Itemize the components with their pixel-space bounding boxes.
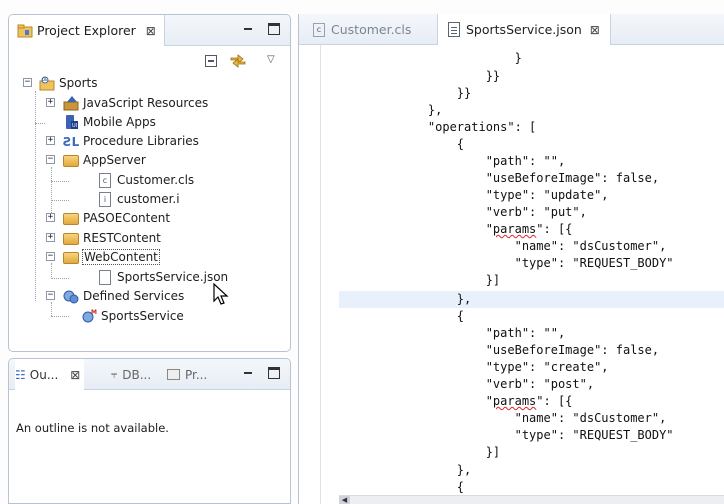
tree-toggle-js-resources[interactable]: + xyxy=(46,98,55,107)
folder-icon xyxy=(63,213,79,225)
code-line: "type": "REQUEST_BODY" xyxy=(399,428,674,442)
tree-toggle-restcontent[interactable]: + xyxy=(46,233,55,242)
svg-text:OE: OE xyxy=(42,77,48,82)
maximize-button[interactable] xyxy=(268,367,280,379)
tree-item-defined-services[interactable]: Defined Services xyxy=(63,287,184,305)
json-file-icon xyxy=(99,269,111,285)
tree-item-javascript-resources[interactable]: JavaScript Resources xyxy=(63,94,208,112)
tree-toggle-defined-services[interactable]: − xyxy=(46,291,55,300)
tab-db[interactable]: ⫧ DB... xyxy=(111,359,151,390)
code-line: }, xyxy=(399,463,472,477)
svg-text:UI: UI xyxy=(72,123,77,129)
code-line: "type": "update", xyxy=(399,188,609,202)
code-line: }} xyxy=(399,86,472,100)
code-line: }] xyxy=(399,445,501,459)
editor-area: c Customer.cls SportsService.json ⊠ } }}… xyxy=(298,14,724,504)
code-line: "params": [{ xyxy=(399,222,573,236)
tree-item-sportsservice[interactable]: M SportsService xyxy=(81,307,184,325)
properties-icon xyxy=(167,369,180,380)
service-icon: M xyxy=(82,309,97,323)
code-line: }] xyxy=(399,273,501,287)
code-line: }} xyxy=(399,69,501,83)
project-explorer-panel: Project Explorer ⊠ ▽ − OE Sports + JavaS… xyxy=(8,14,291,352)
code-line: "name": "dsCustomer", xyxy=(399,411,667,425)
collapse-all-icon[interactable] xyxy=(205,55,217,67)
db-structure-icon: ⫧ xyxy=(111,367,118,381)
tab-project-explorer[interactable]: Project Explorer ⊠ xyxy=(9,15,165,46)
project-explorer-title: Project Explorer xyxy=(37,23,136,38)
tree-item-sportsservice-json[interactable]: SportsService.json xyxy=(99,268,228,286)
tree-toggle-sports[interactable]: − xyxy=(23,78,32,87)
svg-text:M: M xyxy=(91,309,97,316)
code-line: }, xyxy=(399,292,472,306)
project-icon: OE xyxy=(39,76,55,91)
tree-item-pasoecontent[interactable]: PASOEContent xyxy=(63,209,170,227)
code-line: "verb": "post", xyxy=(399,377,595,391)
tree-item-appserver[interactable]: AppServer xyxy=(63,151,146,169)
outline-panel: ☷ Ou... ⊠ ⫧ DB... Pr... An outline is no… xyxy=(8,358,291,504)
tree-item-sports[interactable]: OE Sports xyxy=(39,74,97,92)
code-line: "verb": "put", xyxy=(399,205,587,219)
mobile-apps-icon: UI xyxy=(66,115,78,129)
include-file-icon: i xyxy=(99,191,111,207)
tree-item-procedure-libraries[interactable]: ƧL Procedure Libraries xyxy=(63,132,199,150)
code-line: { xyxy=(399,137,465,151)
code-line: "operations": [ xyxy=(399,120,537,134)
defined-services-icon xyxy=(63,290,79,304)
code-line: { xyxy=(399,309,465,323)
folder-icon xyxy=(63,252,79,264)
maximize-button[interactable] xyxy=(268,23,280,35)
svg-text:ƧL: ƧL xyxy=(63,135,79,149)
project-explorer-tabbar: Project Explorer ⊠ xyxy=(9,15,290,46)
project-explorer-toolbar: ▽ xyxy=(205,53,285,71)
code-line: "name": "dsCustomer", xyxy=(399,239,667,253)
code-line: "useBeforeImage": false, xyxy=(399,343,660,357)
tree-item-restcontent[interactable]: RESTContent xyxy=(63,229,161,247)
code-text[interactable]: } }} }} }, "operations": [ { "path": "",… xyxy=(299,14,724,504)
minimize-button[interactable] xyxy=(242,23,254,35)
scroll-left-icon[interactable]: ◀ xyxy=(339,496,350,504)
tree-toggle-appserver[interactable]: − xyxy=(46,155,55,164)
minimize-button[interactable] xyxy=(242,367,254,379)
tree-item-mobile-apps[interactable]: UI Mobile Apps xyxy=(63,113,156,131)
outline-message: An outline is not available. xyxy=(16,421,169,435)
cls-file-icon: c xyxy=(99,172,111,188)
tree-toggle-pasoecontent[interactable]: + xyxy=(46,213,55,222)
code-line: }, xyxy=(399,103,443,117)
view-menu-icon[interactable]: ▽ xyxy=(267,54,275,65)
project-explorer-icon xyxy=(17,24,33,37)
mouse-pointer-icon xyxy=(213,283,229,305)
close-icon[interactable]: ⊠ xyxy=(70,368,80,382)
code-line: "useBeforeImage": false, xyxy=(399,171,660,185)
tree-item-webcontent[interactable]: WebContent xyxy=(63,248,160,266)
folder-icon xyxy=(63,233,79,245)
procedure-libraries-icon: ƧL xyxy=(63,135,79,149)
code-line: "path": "", xyxy=(399,326,566,340)
close-icon[interactable]: ⊠ xyxy=(146,24,156,38)
link-with-editor-icon[interactable] xyxy=(229,53,247,69)
js-resources-icon xyxy=(63,96,79,111)
code-line: "path": "", xyxy=(399,154,566,168)
tree-item-customer-i[interactable]: i customer.i xyxy=(99,190,180,208)
code-line: { xyxy=(399,480,465,494)
code-line: } xyxy=(399,51,522,65)
horizontal-scrollbar[interactable]: ◀ xyxy=(339,495,724,504)
code-line: "params": [{ xyxy=(399,394,573,408)
outline-tabbar: ☷ Ou... ⊠ ⫧ DB... Pr... xyxy=(9,359,290,390)
tree-item-customer-cls[interactable]: c Customer.cls xyxy=(99,171,194,189)
code-line: "type": "create", xyxy=(399,360,609,374)
tree-toggle-webcontent[interactable]: − xyxy=(46,252,55,261)
tab-properties[interactable]: Pr... xyxy=(167,359,207,390)
code-line: "type": "REQUEST_BODY" xyxy=(399,256,674,270)
folder-icon xyxy=(63,155,79,167)
tree-toggle-procedure-libraries[interactable]: + xyxy=(46,136,55,145)
outline-icon: ☷ xyxy=(15,367,26,382)
tab-outline[interactable]: ☷ Ou... ⊠ xyxy=(15,359,85,390)
